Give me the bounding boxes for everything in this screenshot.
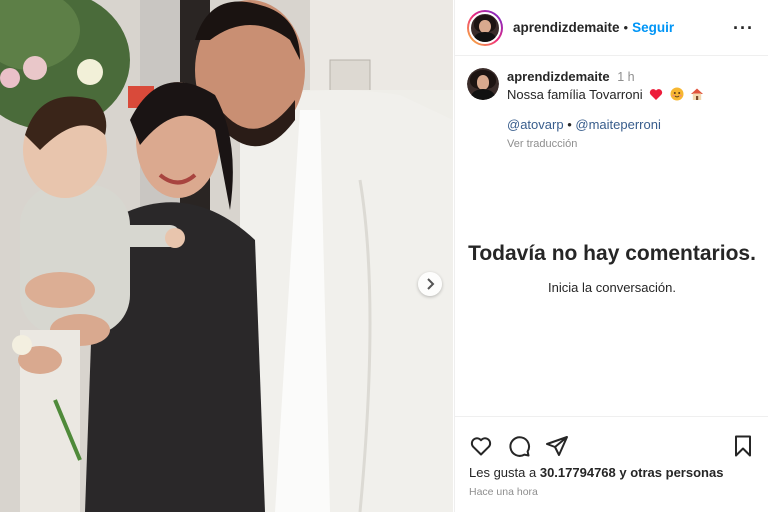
mention-atovarp-link[interactable]: @atovarp bbox=[507, 117, 564, 132]
more-options-button[interactable]: ··· bbox=[733, 19, 754, 37]
chevron-right-icon bbox=[427, 278, 435, 290]
caption-mentions: @atovarp • @maiteperroni bbox=[507, 116, 704, 134]
post-side-panel: aprendizdemaite • Seguir ··· aprendizdem… bbox=[454, 0, 768, 512]
house-icon bbox=[691, 88, 704, 100]
caption-time[interactable]: 1 h bbox=[617, 70, 634, 84]
smiling-face-icon bbox=[670, 87, 684, 101]
post-actions: Les gusta a 30.17794768 y otras personas… bbox=[455, 416, 768, 512]
red-heart-icon bbox=[650, 89, 663, 100]
see-translation-link[interactable]: Ver traducción bbox=[507, 135, 704, 153]
next-photo-button[interactable] bbox=[418, 272, 442, 296]
likes-username[interactable]: 30.17794768 bbox=[540, 465, 616, 480]
likes-prefix: Les gusta a bbox=[469, 465, 537, 480]
mention-maiteperroni-link[interactable]: @maiteperroni bbox=[575, 117, 660, 132]
mention-separator: • bbox=[567, 117, 572, 132]
paper-plane-icon[interactable] bbox=[545, 434, 569, 458]
post-photo[interactable] bbox=[0, 0, 453, 512]
action-icons-bar bbox=[455, 417, 768, 461]
caption-avatar[interactable] bbox=[467, 68, 499, 100]
author-username[interactable]: aprendizdemaite bbox=[513, 20, 620, 35]
caption-text: Nossa família Tovarroni bbox=[507, 87, 643, 102]
caption-username[interactable]: aprendizdemaite bbox=[507, 69, 610, 84]
author-avatar[interactable] bbox=[467, 9, 503, 46]
likes-summary: Les gusta a 30.17794768 y otras personas bbox=[455, 461, 768, 480]
post-header: aprendizdemaite • Seguir ··· bbox=[455, 0, 768, 56]
header-separator: • bbox=[623, 20, 629, 35]
empty-comments-subtitle: Inicia la conversación. bbox=[548, 280, 676, 295]
comment-icon[interactable] bbox=[507, 434, 531, 458]
family-photo-illustration bbox=[0, 0, 453, 512]
follow-button[interactable]: Seguir bbox=[632, 20, 674, 35]
empty-comments: Todavía no hay comentarios. Inicia la co… bbox=[455, 240, 768, 295]
heart-icon[interactable] bbox=[469, 434, 493, 458]
post-timestamp[interactable]: Hace una hora bbox=[455, 480, 768, 498]
post-caption: aprendizdemaite 1 h Nossa família Tovarr… bbox=[455, 56, 768, 153]
empty-comments-title: Todavía no hay comentarios. bbox=[468, 242, 756, 265]
bookmark-icon[interactable] bbox=[731, 434, 755, 458]
likes-others[interactable]: y otras personas bbox=[619, 465, 723, 480]
